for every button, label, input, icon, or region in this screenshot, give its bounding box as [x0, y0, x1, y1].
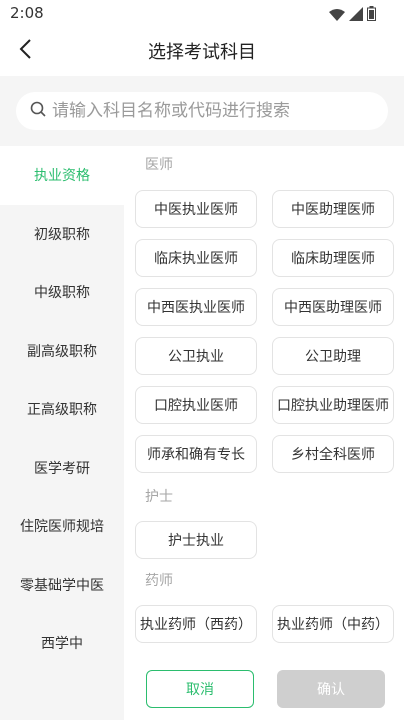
cancel-button[interactable]: 取消 [146, 670, 254, 708]
section-title-yaoshi: 药师 [145, 573, 173, 589]
signal-icon [349, 6, 363, 25]
sidebar-item-fugaoji-zhicheng[interactable]: 副高级职称 [0, 322, 124, 381]
status-time: 2:08 [10, 4, 44, 22]
sidebar-item-zhongji-zhicheng[interactable]: 中级职称 [0, 263, 124, 322]
subject-option[interactable]: 口腔执业医师 [135, 386, 257, 424]
subject-option[interactable]: 临床执业医师 [135, 239, 257, 277]
subject-option[interactable]: 师承和确有专长 [135, 435, 257, 473]
subject-option[interactable]: 临床助理医师 [272, 239, 394, 277]
subject-option[interactable]: 口腔执业助理医师 [272, 386, 394, 424]
sidebar-item-xixuezhong[interactable]: 西学中 [0, 614, 124, 673]
subject-option[interactable]: 乡村全科医师 [272, 435, 394, 473]
confirm-button[interactable]: 确认 [277, 670, 385, 708]
sidebar-item-zhiye-zige[interactable]: 执业资格 [0, 146, 124, 205]
page-title: 选择考试科目 [148, 42, 256, 63]
search-icon [30, 101, 46, 121]
subject-option[interactable]: 中西医助理医师 [272, 288, 394, 326]
wifi-icon [329, 6, 345, 25]
subject-list: 医师 中医执业医师 中医助理医师 临床执业医师 临床助理医师 中西医执业医师 中… [124, 146, 404, 646]
sidebar-item-chuji-zhicheng[interactable]: 初级职称 [0, 205, 124, 264]
subject-option[interactable]: 执业药师（西药） [135, 605, 257, 643]
search-area [0, 76, 404, 146]
action-footer: 取消 确认 [124, 646, 404, 720]
subject-option[interactable]: 中医执业医师 [135, 190, 257, 228]
header: 选择考试科目 [0, 28, 404, 74]
status-icons [329, 6, 376, 25]
subject-option[interactable]: 中医助理医师 [272, 190, 394, 228]
section-title-hushi: 护士 [145, 489, 173, 505]
subject-option[interactable]: 公卫执业 [135, 337, 257, 375]
sidebar-item-lingjichu-zhongyi[interactable]: 零基础学中医 [0, 556, 124, 615]
sidebar-item-zhenggaoji-zhicheng[interactable]: 正高级职称 [0, 380, 124, 439]
category-sidebar: 执业资格 初级职称 中级职称 副高级职称 正高级职称 医学考研 住院医师规培 零… [0, 146, 124, 720]
sidebar-item-zhuyuan-guipei[interactable]: 住院医师规培 [0, 497, 124, 556]
section-title-yishi: 医师 [145, 157, 173, 173]
search-input[interactable] [52, 101, 372, 121]
battery-icon [367, 6, 376, 25]
status-bar: 2:08 [0, 0, 404, 28]
search-box[interactable] [16, 92, 388, 130]
subject-option[interactable]: 公卫助理 [272, 337, 394, 375]
subject-option[interactable]: 执业药师（中药） [272, 605, 394, 643]
subject-option[interactable]: 护士执业 [135, 521, 257, 559]
sidebar-item-yixue-kaoyan[interactable]: 医学考研 [0, 439, 124, 498]
subject-option[interactable]: 中西医执业医师 [135, 288, 257, 326]
